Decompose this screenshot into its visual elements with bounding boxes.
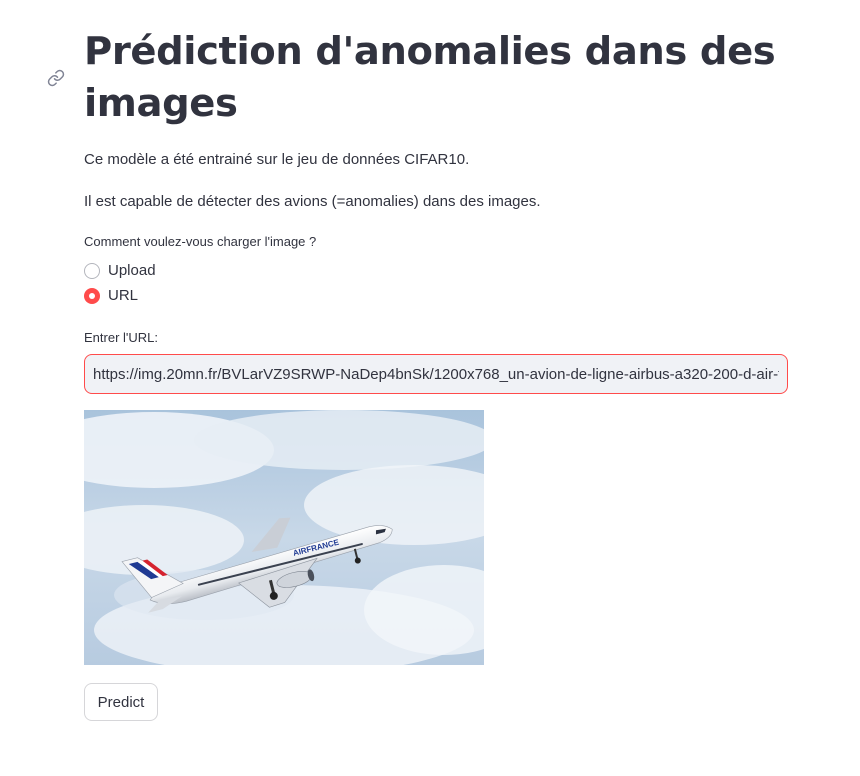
airplane-image: AIRFRANCE — [84, 410, 484, 665]
radio-option-upload-label: Upload — [108, 262, 156, 279]
url-input[interactable] — [84, 354, 788, 394]
radio-button-url[interactable] — [84, 287, 100, 304]
radio-option-url-label: URL — [108, 287, 139, 304]
app-page: Prédiction d'anomalies dans des images C… — [0, 0, 860, 776]
description-line-1: Ce modèle a été entrainé sur le jeu de d… — [84, 151, 470, 168]
description-line-2: Il est capable de détecter des avions (=… — [84, 193, 541, 210]
radio-option-upload[interactable]: Upload — [84, 262, 156, 279]
radio-button-upload[interactable] — [84, 262, 100, 279]
radio-option-url[interactable]: URL — [84, 287, 138, 304]
anchor-link-icon[interactable] — [46, 68, 66, 88]
load-method-label: Comment voulez-vous charger l'image ? — [84, 234, 317, 249]
predict-button[interactable]: Predict — [84, 683, 158, 721]
url-field-label: Entrer l'URL: — [84, 330, 159, 345]
main-content: Prédiction d'anomalies dans des images C… — [84, 26, 788, 721]
page-title: Prédiction d'anomalies dans des images — [84, 29, 776, 126]
